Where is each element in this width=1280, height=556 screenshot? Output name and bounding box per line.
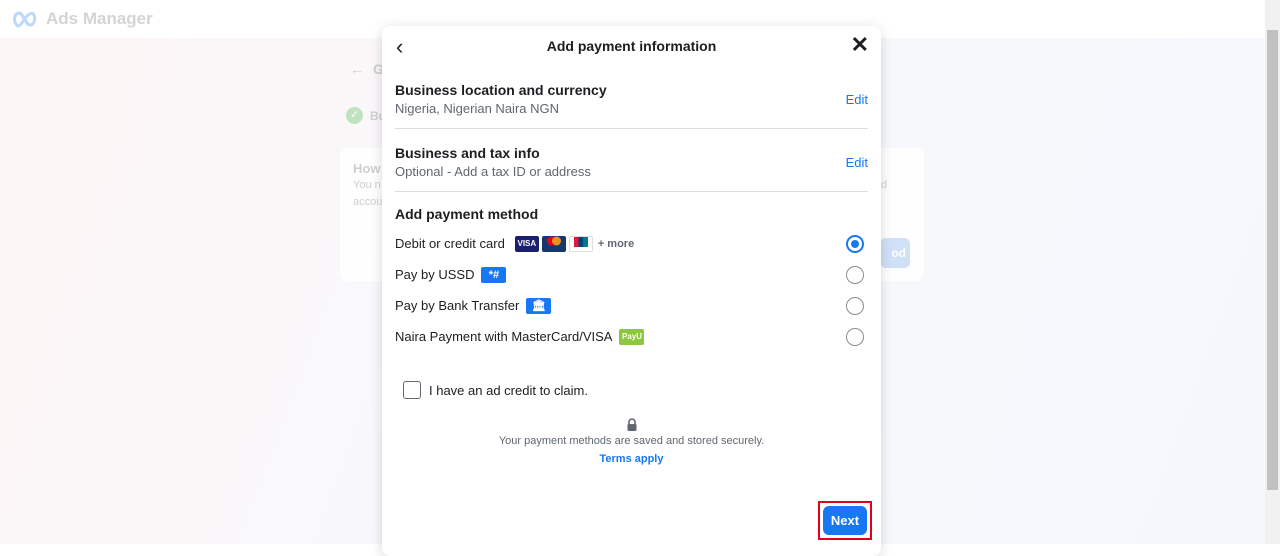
next-highlight: Next bbox=[818, 501, 872, 540]
bg-button: od bbox=[880, 238, 910, 268]
bg-card-text: accou bbox=[353, 196, 383, 208]
tax-info-section: Business and tax info Optional - Add a t… bbox=[395, 129, 868, 192]
scrollbar[interactable] bbox=[1265, 0, 1280, 544]
radio-ussd[interactable] bbox=[846, 265, 864, 284]
payment-method-section: Add payment method Debit or credit card … bbox=[395, 192, 868, 352]
method-bank-transfer[interactable]: Pay by Bank Transfer 🏛︎ bbox=[395, 290, 868, 321]
radio-payu[interactable] bbox=[846, 327, 864, 346]
method-label: Debit or credit card bbox=[395, 236, 505, 251]
method-label: Pay by Bank Transfer bbox=[395, 298, 520, 313]
back-chevron-icon[interactable]: ‹ bbox=[396, 34, 403, 60]
edit-tax-link[interactable]: Edit bbox=[846, 155, 868, 170]
close-icon[interactable]: ✕ bbox=[851, 32, 869, 58]
unionpay-icon bbox=[568, 235, 593, 252]
check-icon: ✓ bbox=[346, 107, 363, 124]
app-title: Ads Manager bbox=[46, 9, 153, 28]
section-title: Business location and currency bbox=[395, 82, 607, 98]
back-arrow-icon: ← bbox=[350, 61, 364, 77]
method-label: Naira Payment with MasterCard/VISA bbox=[395, 329, 613, 344]
method-card[interactable]: Debit or credit card VISA + more bbox=[395, 228, 868, 259]
ad-credit-checkbox[interactable]: I have an ad credit to claim. bbox=[403, 381, 588, 399]
ussd-icon: *# bbox=[481, 266, 507, 283]
checkbox-label: I have an ad credit to claim. bbox=[429, 382, 588, 398]
payu-icon: PayU bbox=[619, 328, 645, 345]
next-button[interactable]: Next bbox=[823, 506, 867, 535]
method-ussd[interactable]: Pay by USSD *# bbox=[395, 259, 868, 290]
scrollbar-thumb[interactable] bbox=[1267, 30, 1278, 490]
payment-modal: ‹ Add payment information ✕ Business loc… bbox=[382, 26, 881, 556]
edit-location-link[interactable]: Edit bbox=[846, 92, 868, 107]
meta-logo-icon bbox=[13, 11, 37, 28]
mastercard-icon bbox=[541, 235, 566, 252]
method-payu[interactable]: Naira Payment with MasterCard/VISA PayU bbox=[395, 321, 868, 352]
more-cards: + more bbox=[597, 237, 635, 250]
section-title: Add payment method bbox=[395, 206, 539, 222]
secure-note: Your payment methods are saved and store… bbox=[382, 418, 881, 465]
section-value: Optional - Add a tax ID or address bbox=[395, 164, 591, 179]
method-label: Pay by USSD bbox=[395, 267, 475, 282]
bg-card-text: You n bbox=[353, 179, 381, 191]
bg-card-title: How bbox=[353, 161, 381, 176]
lock-icon bbox=[627, 418, 636, 431]
bank-transfer-icon: 🏛︎ bbox=[526, 297, 552, 314]
business-location-section: Business location and currency Nigeria, … bbox=[395, 66, 868, 129]
radio-card[interactable] bbox=[846, 234, 864, 253]
modal-title: Add payment information bbox=[546, 38, 717, 54]
bg-card-text: d bbox=[881, 179, 888, 191]
terms-link[interactable]: Terms apply bbox=[382, 453, 881, 465]
section-title: Business and tax info bbox=[395, 145, 540, 161]
secure-text: Your payment methods are saved and store… bbox=[498, 435, 765, 447]
section-value: Nigeria, Nigerian Naira NGN bbox=[395, 101, 559, 116]
checkbox[interactable] bbox=[403, 381, 421, 399]
visa-icon: VISA bbox=[514, 235, 539, 252]
radio-bank-transfer[interactable] bbox=[846, 296, 864, 315]
